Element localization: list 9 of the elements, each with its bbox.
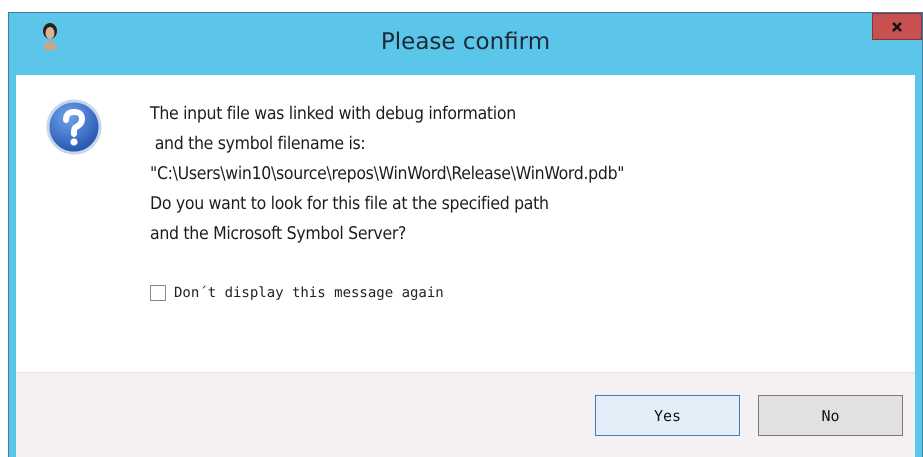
dialog-button[interactable]: No (758, 395, 903, 436)
close-icon (891, 20, 903, 32)
question-icon (46, 99, 102, 155)
checkbox[interactable] (150, 285, 166, 301)
dialog-button[interactable]: Yes (595, 395, 740, 436)
message-text: The input file was linked with debug information and the symbol filename is: "C:\Users\win10\source\repos\WinWord\Release\WinWord.pdb" Do you want to look for this file at the specified path and the Microsoft Symbol Server? (150, 103, 624, 246)
window-title: Please confirm (380, 28, 552, 55)
close-button[interactable] (872, 13, 922, 40)
checkbox-label[interactable]: Don´t display this message again (174, 285, 444, 301)
